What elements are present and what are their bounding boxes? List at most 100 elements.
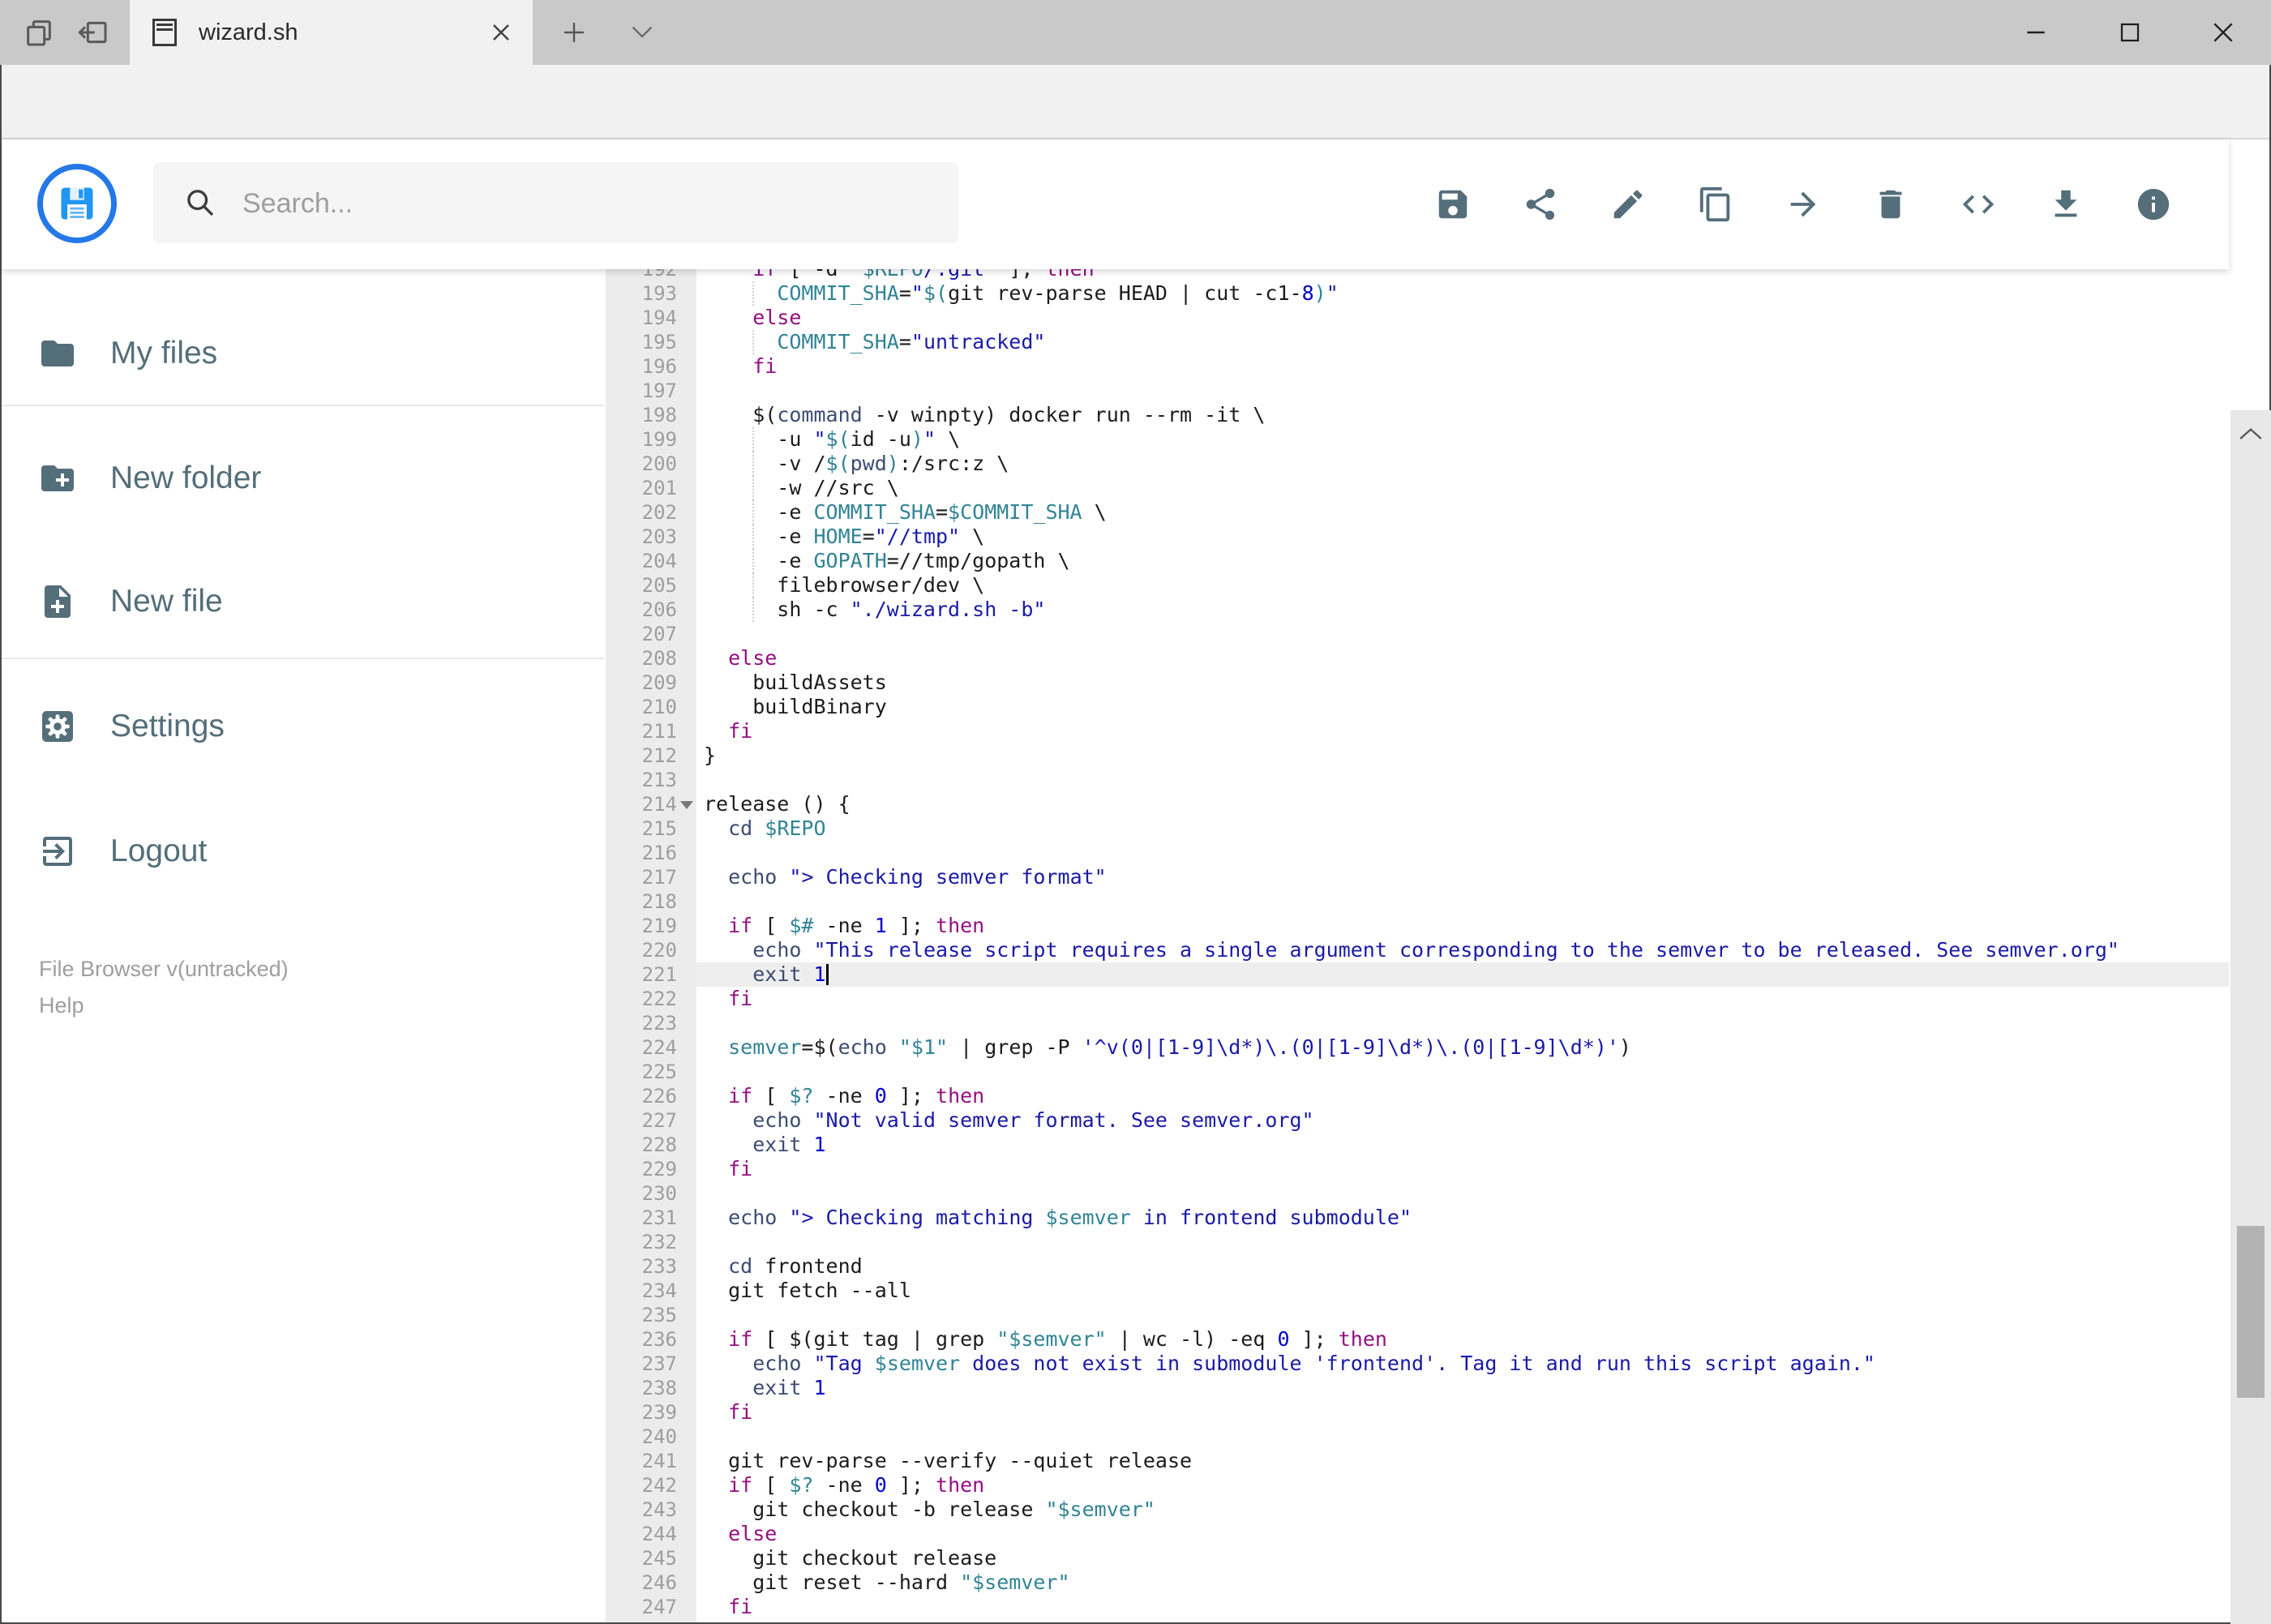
line-number[interactable]: 210 [606, 695, 677, 719]
code-line[interactable]: 214 release () { [606, 792, 2229, 816]
code-line[interactable]: 192 if [ -d "$REPO/.git" ]; then [606, 269, 2229, 281]
line-number[interactable]: 214 [606, 792, 677, 816]
code-line[interactable]: 210 buildBinary [606, 695, 2229, 719]
line-number[interactable]: 224 [606, 1035, 677, 1060]
code-line[interactable]: 218 [606, 889, 2229, 914]
line-number[interactable]: 193 [606, 281, 677, 306]
line-number[interactable]: 247 [606, 1595, 677, 1619]
code-line[interactable]: 240 [606, 1425, 2229, 1449]
line-number[interactable]: 212 [606, 743, 677, 768]
line-number[interactable]: 238 [606, 1376, 677, 1400]
line-number[interactable]: 219 [606, 914, 677, 938]
line-number[interactable]: 201 [606, 476, 677, 500]
line-number[interactable]: 240 [606, 1425, 677, 1449]
line-number[interactable]: 196 [606, 354, 677, 379]
code-line[interactable]: 246 git reset --hard "$semver" [606, 1570, 2229, 1595]
page-scrollbar[interactable] [2230, 410, 2271, 1624]
code-line[interactable]: 220 echo "This release script requires a… [606, 938, 2229, 962]
code-line[interactable]: 242 if [ $? -ne 0 ]; then [606, 1473, 2229, 1498]
maximize-button[interactable] [2097, 0, 2162, 65]
code-line[interactable]: 211 fi [606, 719, 2229, 743]
line-number[interactable]: 237 [606, 1352, 677, 1376]
line-number[interactable]: 194 [606, 306, 677, 330]
code-line[interactable]: 212} [606, 743, 2229, 768]
code-line[interactable]: 197 [606, 379, 2229, 403]
code-line[interactable]: 231 echo "> Checking matching $semver in… [606, 1206, 2229, 1230]
line-number[interactable]: 216 [606, 841, 677, 865]
code-line[interactable]: 198 $(command -v winpty) docker run --rm… [606, 403, 2229, 427]
code-line[interactable]: 244 else [606, 1522, 2229, 1546]
line-number[interactable]: 229 [606, 1157, 677, 1181]
line-number[interactable]: 230 [606, 1181, 677, 1206]
code-line[interactable]: 216 [606, 841, 2229, 865]
code-line[interactable]: 247 fi [606, 1595, 2229, 1619]
line-number[interactable]: 205 [606, 573, 677, 598]
code-line[interactable]: 227 echo "Not valid semver format. See s… [606, 1108, 2229, 1133]
line-number[interactable]: 195 [606, 330, 677, 354]
line-number[interactable]: 202 [606, 500, 677, 525]
line-number[interactable]: 246 [606, 1570, 677, 1595]
move-button[interactable] [1785, 186, 1822, 223]
code-line[interactable]: 230 [606, 1181, 2229, 1206]
code-line[interactable]: 202 -e COMMIT_SHA=$COMMIT_SHA \ [606, 500, 2229, 525]
line-number[interactable]: 242 [606, 1473, 677, 1498]
line-number[interactable]: 227 [606, 1108, 677, 1133]
line-number[interactable]: 223 [606, 1011, 677, 1035]
line-number[interactable]: 218 [606, 889, 677, 914]
code-line[interactable]: 201 -w //src \ [606, 476, 2229, 500]
code-line[interactable]: 195 COMMIT_SHA="untracked" [606, 330, 2229, 354]
sidebar-item-settings[interactable]: Settings [2, 688, 604, 765]
search-input[interactable] [241, 162, 941, 245]
line-number[interactable]: 241 [606, 1449, 677, 1473]
line-number[interactable]: 209 [606, 671, 677, 695]
line-number[interactable]: 208 [606, 646, 677, 671]
code-button[interactable] [1960, 186, 1997, 223]
line-number[interactable]: 239 [606, 1400, 677, 1425]
line-number[interactable]: 222 [606, 987, 677, 1011]
code-line[interactable]: 219 if [ $# -ne 1 ]; then [606, 914, 2229, 938]
code-line[interactable]: 234 git fetch --all [606, 1279, 2229, 1303]
code-line[interactable]: 196 fi [606, 354, 2229, 379]
tab-preview-icon[interactable] [23, 16, 55, 49]
sidebar-item-logout[interactable]: Logout [2, 812, 604, 890]
line-number[interactable]: 221 [606, 962, 677, 987]
line-number[interactable]: 226 [606, 1084, 677, 1108]
code-line[interactable]: 205 filebrowser/dev \ [606, 573, 2229, 598]
code-line[interactable]: 238 exit 1 [606, 1376, 2229, 1400]
line-number[interactable]: 235 [606, 1303, 677, 1327]
line-number[interactable]: 199 [606, 427, 677, 452]
code-line[interactable]: 213 [606, 768, 2229, 792]
line-number[interactable]: 236 [606, 1327, 677, 1352]
line-number[interactable]: 217 [606, 865, 677, 889]
code-line[interactable]: 235 [606, 1303, 2229, 1327]
code-line[interactable]: 221 exit 1 [606, 962, 2229, 987]
line-number[interactable]: 197 [606, 379, 677, 403]
code-line[interactable]: 199 -u "$(id -u)" \ [606, 427, 2229, 452]
line-number[interactable]: 231 [606, 1206, 677, 1230]
sidebar-item-my-files[interactable]: My files [2, 315, 604, 392]
code-line[interactable]: 204 -e GOPATH=//tmp/gopath \ [606, 549, 2229, 573]
code-line[interactable]: 233 cd frontend [606, 1254, 2229, 1279]
code-line[interactable]: 229 fi [606, 1157, 2229, 1181]
code-line[interactable]: 222 fi [606, 987, 2229, 1011]
line-number[interactable]: 204 [606, 549, 677, 573]
download-button[interactable] [2047, 186, 2085, 223]
code-line[interactable]: 215 cd $REPO [606, 816, 2229, 841]
code-line[interactable]: 209 buildAssets [606, 671, 2229, 695]
line-number[interactable]: 207 [606, 622, 677, 646]
code-line[interactable]: 236 if [ $(git tag | grep "$semver" | wc… [606, 1327, 2229, 1352]
code-line[interactable]: 217 echo "> Checking semver format" [606, 865, 2229, 889]
code-line[interactable]: 239 fi [606, 1400, 2229, 1425]
line-number[interactable]: 206 [606, 598, 677, 622]
code-line[interactable]: 232 [606, 1230, 2229, 1254]
code-line[interactable]: 200 -v /$(pwd):/src:z \ [606, 452, 2229, 476]
code-editor[interactable]: 192 if [ -d "$REPO/.git" ]; then193 COMM… [606, 269, 2229, 1622]
search-box[interactable] [153, 162, 958, 245]
line-number[interactable]: 232 [606, 1230, 677, 1254]
help-link[interactable]: Help [39, 993, 84, 1018]
line-number[interactable]: 243 [606, 1498, 677, 1522]
close-window-button[interactable] [2191, 0, 2256, 65]
line-number[interactable]: 234 [606, 1279, 677, 1303]
code-line[interactable]: 245 git checkout release [606, 1546, 2229, 1570]
code-line[interactable]: 194 else [606, 306, 2229, 330]
